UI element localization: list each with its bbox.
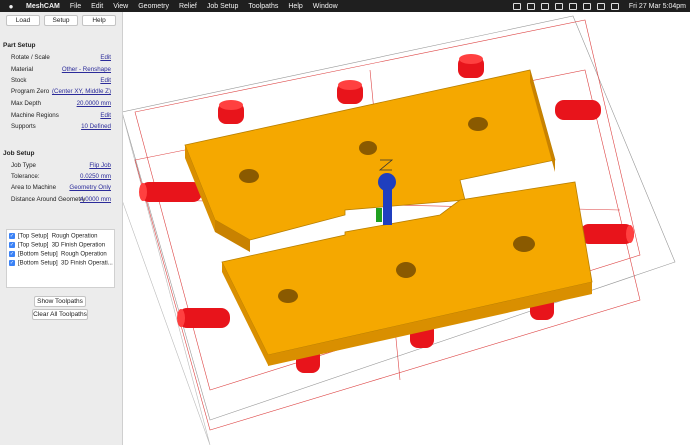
row-label: Max Depth bbox=[11, 100, 41, 107]
menu-relief[interactable]: Relief bbox=[179, 3, 197, 10]
list-item[interactable]: ✓ [Top Setup] 3D Finish Operation bbox=[9, 242, 105, 251]
checkbox[interactable]: ✓ bbox=[9, 251, 15, 257]
distance-around-geometry-link[interactable]: 4.0000 mm bbox=[80, 196, 111, 203]
battery-icon[interactable] bbox=[568, 2, 577, 10]
op-name: Rough Operation bbox=[51, 233, 98, 240]
menu-clock[interactable]: Fri 27 Mar 5:04pm bbox=[629, 3, 686, 10]
row-label: Job Type bbox=[11, 162, 36, 169]
show-toolpaths-button[interactable]: Show Toolpaths bbox=[34, 296, 86, 307]
row-label: Area to Machine bbox=[11, 184, 57, 191]
op-setup: [Top Setup] bbox=[18, 242, 49, 249]
menu-file[interactable]: File bbox=[70, 3, 81, 10]
list-item[interactable]: ✓ [Bottom Setup] 3D Finish Operati... bbox=[9, 260, 113, 269]
checkbox[interactable]: ✓ bbox=[9, 242, 15, 248]
program-zero-link[interactable]: (Center XY, Middle Z) bbox=[52, 88, 111, 95]
part-hole bbox=[239, 169, 259, 183]
job-setup-row: Area to Machine Geometry Only bbox=[11, 184, 111, 193]
menu-bar: ● MeshCAM File Edit View Geometry Relief… bbox=[0, 0, 690, 12]
3d-viewport[interactable] bbox=[123, 12, 690, 445]
part-setup-heading: Part Setup bbox=[3, 42, 36, 49]
support-cylinder bbox=[178, 308, 230, 328]
part-hole bbox=[359, 141, 377, 155]
clear-all-toolpaths-button[interactable]: Clear All Toolpaths bbox=[32, 309, 88, 320]
wifi-icon[interactable] bbox=[582, 2, 591, 10]
supports-link[interactable]: 10 Defined bbox=[81, 123, 111, 130]
row-label: Tolerance: bbox=[11, 173, 40, 180]
job-setup-row: Job Type Flip Job bbox=[11, 162, 111, 171]
op-name: 3D Finish Operation bbox=[51, 242, 106, 249]
menu-window[interactable]: Window bbox=[313, 3, 338, 10]
row-label: Program Zero bbox=[11, 88, 50, 95]
tolerance-link[interactable]: 0.0250 mm bbox=[80, 173, 111, 180]
row-label: Supports bbox=[11, 123, 36, 130]
load-button[interactable]: Load bbox=[6, 15, 40, 26]
menu-job-setup[interactable]: Job Setup bbox=[207, 3, 239, 10]
job-setup-row: Tolerance: 0.0250 mm bbox=[11, 173, 111, 182]
list-item[interactable]: ✓ [Top Setup] Rough Operation bbox=[9, 233, 97, 242]
menu-view[interactable]: View bbox=[113, 3, 128, 10]
part-hole bbox=[513, 236, 535, 252]
op-name: 3D Finish Operati... bbox=[61, 260, 113, 267]
dropbox-icon[interactable] bbox=[526, 2, 535, 10]
menu-edit[interactable]: Edit bbox=[91, 3, 103, 10]
stock-link[interactable]: Edit bbox=[100, 77, 111, 84]
part-setup-row: Stock Edit bbox=[11, 77, 111, 86]
material-link[interactable]: Other - Renshape bbox=[62, 66, 111, 73]
screen-icon[interactable] bbox=[540, 2, 549, 10]
part-hole bbox=[278, 289, 298, 303]
op-setup: [Bottom Setup] bbox=[18, 251, 58, 258]
job-setup-row: Distance Around Geometry 4.0000 mm bbox=[11, 196, 111, 205]
part-setup-row: Program Zero (Center XY, Middle Z) bbox=[11, 88, 111, 97]
support-cylinder bbox=[140, 182, 202, 202]
part-setup-row: Material Other - Renshape bbox=[11, 66, 111, 75]
part-setup-row: Machine Regions Edit bbox=[11, 112, 111, 121]
app-menu[interactable]: MeshCAM bbox=[26, 3, 60, 10]
rotate-scale-link[interactable]: Edit bbox=[100, 54, 111, 61]
job-setup-heading: Job Setup bbox=[3, 150, 35, 157]
model-view[interactable] bbox=[123, 12, 690, 445]
display-icon[interactable] bbox=[512, 2, 521, 10]
op-name: Rough Operation bbox=[61, 251, 107, 258]
part-setup-row: Max Depth 20.0000 mm bbox=[11, 100, 111, 109]
part-hole bbox=[396, 262, 416, 278]
row-label: Distance Around Geometry bbox=[11, 196, 86, 203]
help-button[interactable]: Help bbox=[82, 15, 116, 26]
row-label: Machine Regions bbox=[11, 112, 59, 119]
part-setup-row: Rotate / Scale Edit bbox=[11, 54, 111, 63]
machine-regions-link[interactable]: Edit bbox=[100, 112, 111, 119]
job-type-link[interactable]: Flip Job bbox=[89, 162, 111, 169]
setup-button[interactable]: Setup bbox=[44, 15, 78, 26]
checkbox[interactable]: ✓ bbox=[9, 233, 15, 239]
support-cylinder bbox=[555, 100, 601, 120]
part-hole bbox=[468, 117, 488, 131]
menu-toolpaths[interactable]: Toolpaths bbox=[248, 3, 278, 10]
op-setup: [Top Setup] bbox=[18, 233, 49, 240]
apple-menu-icon[interactable]: ● bbox=[6, 2, 16, 11]
search-icon[interactable] bbox=[596, 2, 605, 10]
checkbox[interactable]: ✓ bbox=[9, 260, 15, 266]
side-panel: Load Setup Help Part Setup Rotate / Scal… bbox=[0, 12, 123, 445]
menu-geometry[interactable]: Geometry bbox=[138, 3, 169, 10]
list-item[interactable]: ✓ [Bottom Setup] Rough Operation bbox=[9, 251, 107, 260]
row-label: Rotate / Scale bbox=[11, 54, 50, 61]
menu-help[interactable]: Help bbox=[288, 3, 302, 10]
row-label: Stock bbox=[11, 77, 27, 84]
operations-list: ✓ [Top Setup] Rough Operation ✓ [Top Setup… bbox=[6, 229, 115, 288]
part-setup-row: Supports 10 Defined bbox=[11, 123, 111, 132]
area-to-machine-link[interactable]: Geometry Only bbox=[69, 184, 111, 191]
support-cylinder bbox=[580, 224, 634, 244]
bluetooth-icon[interactable] bbox=[554, 2, 563, 10]
row-label: Material bbox=[11, 66, 34, 73]
max-depth-link[interactable]: 20.0000 mm bbox=[77, 100, 111, 107]
op-setup: [Bottom Setup] bbox=[18, 260, 58, 267]
control-center-icon[interactable] bbox=[610, 2, 619, 10]
